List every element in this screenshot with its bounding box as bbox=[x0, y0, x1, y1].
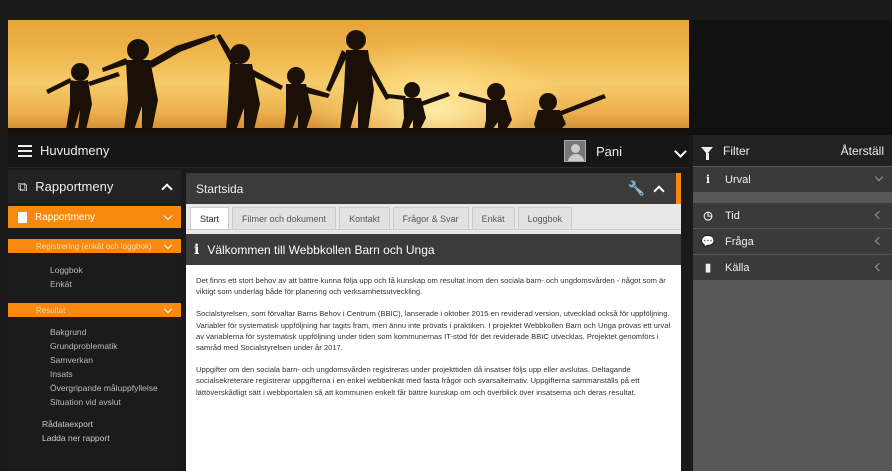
sidebar-item-ladda-ner[interactable]: Ladda ner rapport bbox=[8, 431, 181, 445]
filter-row-tid[interactable]: ◷ Tid bbox=[693, 203, 892, 228]
clock-icon: ◷ bbox=[703, 210, 713, 222]
paragraph: Det finns ett stort behov av att bättre … bbox=[196, 276, 666, 297]
funnel-icon bbox=[701, 147, 713, 160]
chevron-down-icon bbox=[163, 240, 173, 249]
chat-icon: 💬 bbox=[701, 236, 715, 248]
content-header: Startsida 🔧 bbox=[186, 173, 681, 204]
sidebar-item-label: Rapportmeny bbox=[35, 211, 96, 223]
chevron-down-icon bbox=[163, 211, 173, 220]
sidebar: ⧉ Rapportmeny Rapportmeny Registrering (… bbox=[8, 170, 181, 471]
accent-bar bbox=[676, 173, 681, 204]
sidebar-section-resultat[interactable]: Resultat bbox=[8, 303, 181, 317]
chevron-down-icon[interactable] bbox=[674, 145, 687, 158]
sidebar-item-loggbok[interactable]: Loggbok bbox=[8, 263, 181, 277]
sidebar-item-maluppfyllelse[interactable]: Övergripande måluppfyllelse bbox=[8, 381, 181, 395]
tab-fragor[interactable]: Frågor & Svar bbox=[392, 207, 469, 229]
welcome-body: Det finns ett stort behov av att bättre … bbox=[186, 265, 681, 471]
filter-row-fraga[interactable]: 💬 Fråga bbox=[693, 229, 892, 254]
chevron-up-icon[interactable] bbox=[653, 184, 665, 197]
sidebar-section-label: Registrering (enkät och loggbok) bbox=[36, 241, 152, 251]
tab-enkat[interactable]: Enkät bbox=[471, 207, 515, 229]
sidebar-item-situation[interactable]: Situation vid avslut bbox=[8, 395, 181, 409]
reset-button[interactable]: Återställ bbox=[841, 144, 884, 158]
main-topbar: Huvudmeny Pani bbox=[8, 135, 689, 168]
sidebar-item-enkat[interactable]: Enkät bbox=[8, 277, 181, 291]
main-menu-button[interactable]: Huvudmeny bbox=[18, 143, 109, 158]
sidebar-item-radataexport[interactable]: Rådataexport bbox=[8, 417, 181, 431]
chevron-up-icon bbox=[161, 182, 173, 195]
sidebar-header[interactable]: ⧉ Rapportmeny bbox=[8, 170, 181, 203]
filter-header: Filter Återställ bbox=[693, 135, 892, 166]
header-banner-image bbox=[8, 20, 689, 135]
user-name: Pani bbox=[596, 143, 623, 159]
tab-filmer[interactable]: Filmer och dokument bbox=[232, 207, 337, 229]
main-content: Startsida 🔧 Start Filmer och dokument Ko… bbox=[186, 173, 681, 471]
filter-row-label: Tid bbox=[725, 209, 740, 222]
sidebar-title: Rapportmeny bbox=[35, 179, 114, 194]
sidebar-section-registrering[interactable]: Registrering (enkät och loggbok) bbox=[8, 239, 181, 253]
main-menu-label: Huvudmeny bbox=[40, 143, 110, 158]
sidebar-section-label: Resultat bbox=[36, 305, 66, 315]
filter-row-label: Fråga bbox=[725, 235, 754, 248]
page-title: Startsida bbox=[196, 181, 244, 196]
info-icon: i bbox=[705, 173, 711, 186]
chevron-down-icon bbox=[163, 304, 173, 313]
tab-kontakt[interactable]: Kontakt bbox=[339, 207, 390, 229]
filter-title: Filter bbox=[723, 143, 750, 158]
children-silhouette-image bbox=[8, 30, 689, 135]
filter-row-urval[interactable]: i Urval bbox=[693, 167, 892, 192]
tab-start[interactable]: Start bbox=[190, 207, 230, 229]
chevron-left-icon bbox=[874, 210, 884, 220]
sidebar-item-insats[interactable]: Insats bbox=[8, 367, 181, 381]
paragraph: Socialstyrelsen, som förvaltar Barns Beh… bbox=[196, 309, 671, 353]
filter-row-label: Källa bbox=[725, 261, 750, 274]
sidebar-item-grundproblematik[interactable]: Grundproblematik bbox=[8, 339, 181, 353]
welcome-title: Välkommen till Webbkollen Barn och Unga bbox=[207, 242, 435, 257]
chevron-down-icon bbox=[874, 172, 884, 182]
filter-row-label: Urval bbox=[725, 173, 751, 186]
book-icon bbox=[18, 211, 27, 223]
wrench-icon[interactable]: 🔧 bbox=[628, 180, 645, 197]
paragraph: Uppgifter om den sociala barn- och ungdo… bbox=[196, 365, 640, 397]
book-icon: ▮ bbox=[704, 262, 712, 274]
hamburger-icon bbox=[18, 144, 32, 157]
banner-side-black bbox=[689, 20, 892, 135]
user-menu[interactable]: Pani bbox=[564, 140, 622, 162]
sidebar-item-rapportmeny[interactable]: Rapportmeny bbox=[8, 206, 181, 228]
sidebar-item-bakgrund[interactable]: Bakgrund bbox=[8, 325, 181, 339]
filter-row-kalla[interactable]: ▮ Källa bbox=[693, 255, 892, 280]
chevron-left-icon bbox=[874, 262, 884, 272]
chevron-left-icon bbox=[874, 236, 884, 246]
info-icon: i bbox=[194, 241, 200, 258]
tab-bar: Start Filmer och dokument Kontakt Frågor… bbox=[186, 204, 681, 230]
welcome-header: i Välkommen till Webbkollen Barn och Ung… bbox=[186, 234, 681, 265]
copy-icon: ⧉ bbox=[18, 178, 28, 194]
sidebar-item-samverkan[interactable]: Samverkan bbox=[8, 353, 181, 367]
filter-panel: Filter Återställ i Urval ◷ Tid 💬 Fråga ▮… bbox=[693, 135, 892, 471]
avatar bbox=[564, 140, 586, 162]
tab-loggbok[interactable]: Loggbok bbox=[517, 207, 573, 229]
